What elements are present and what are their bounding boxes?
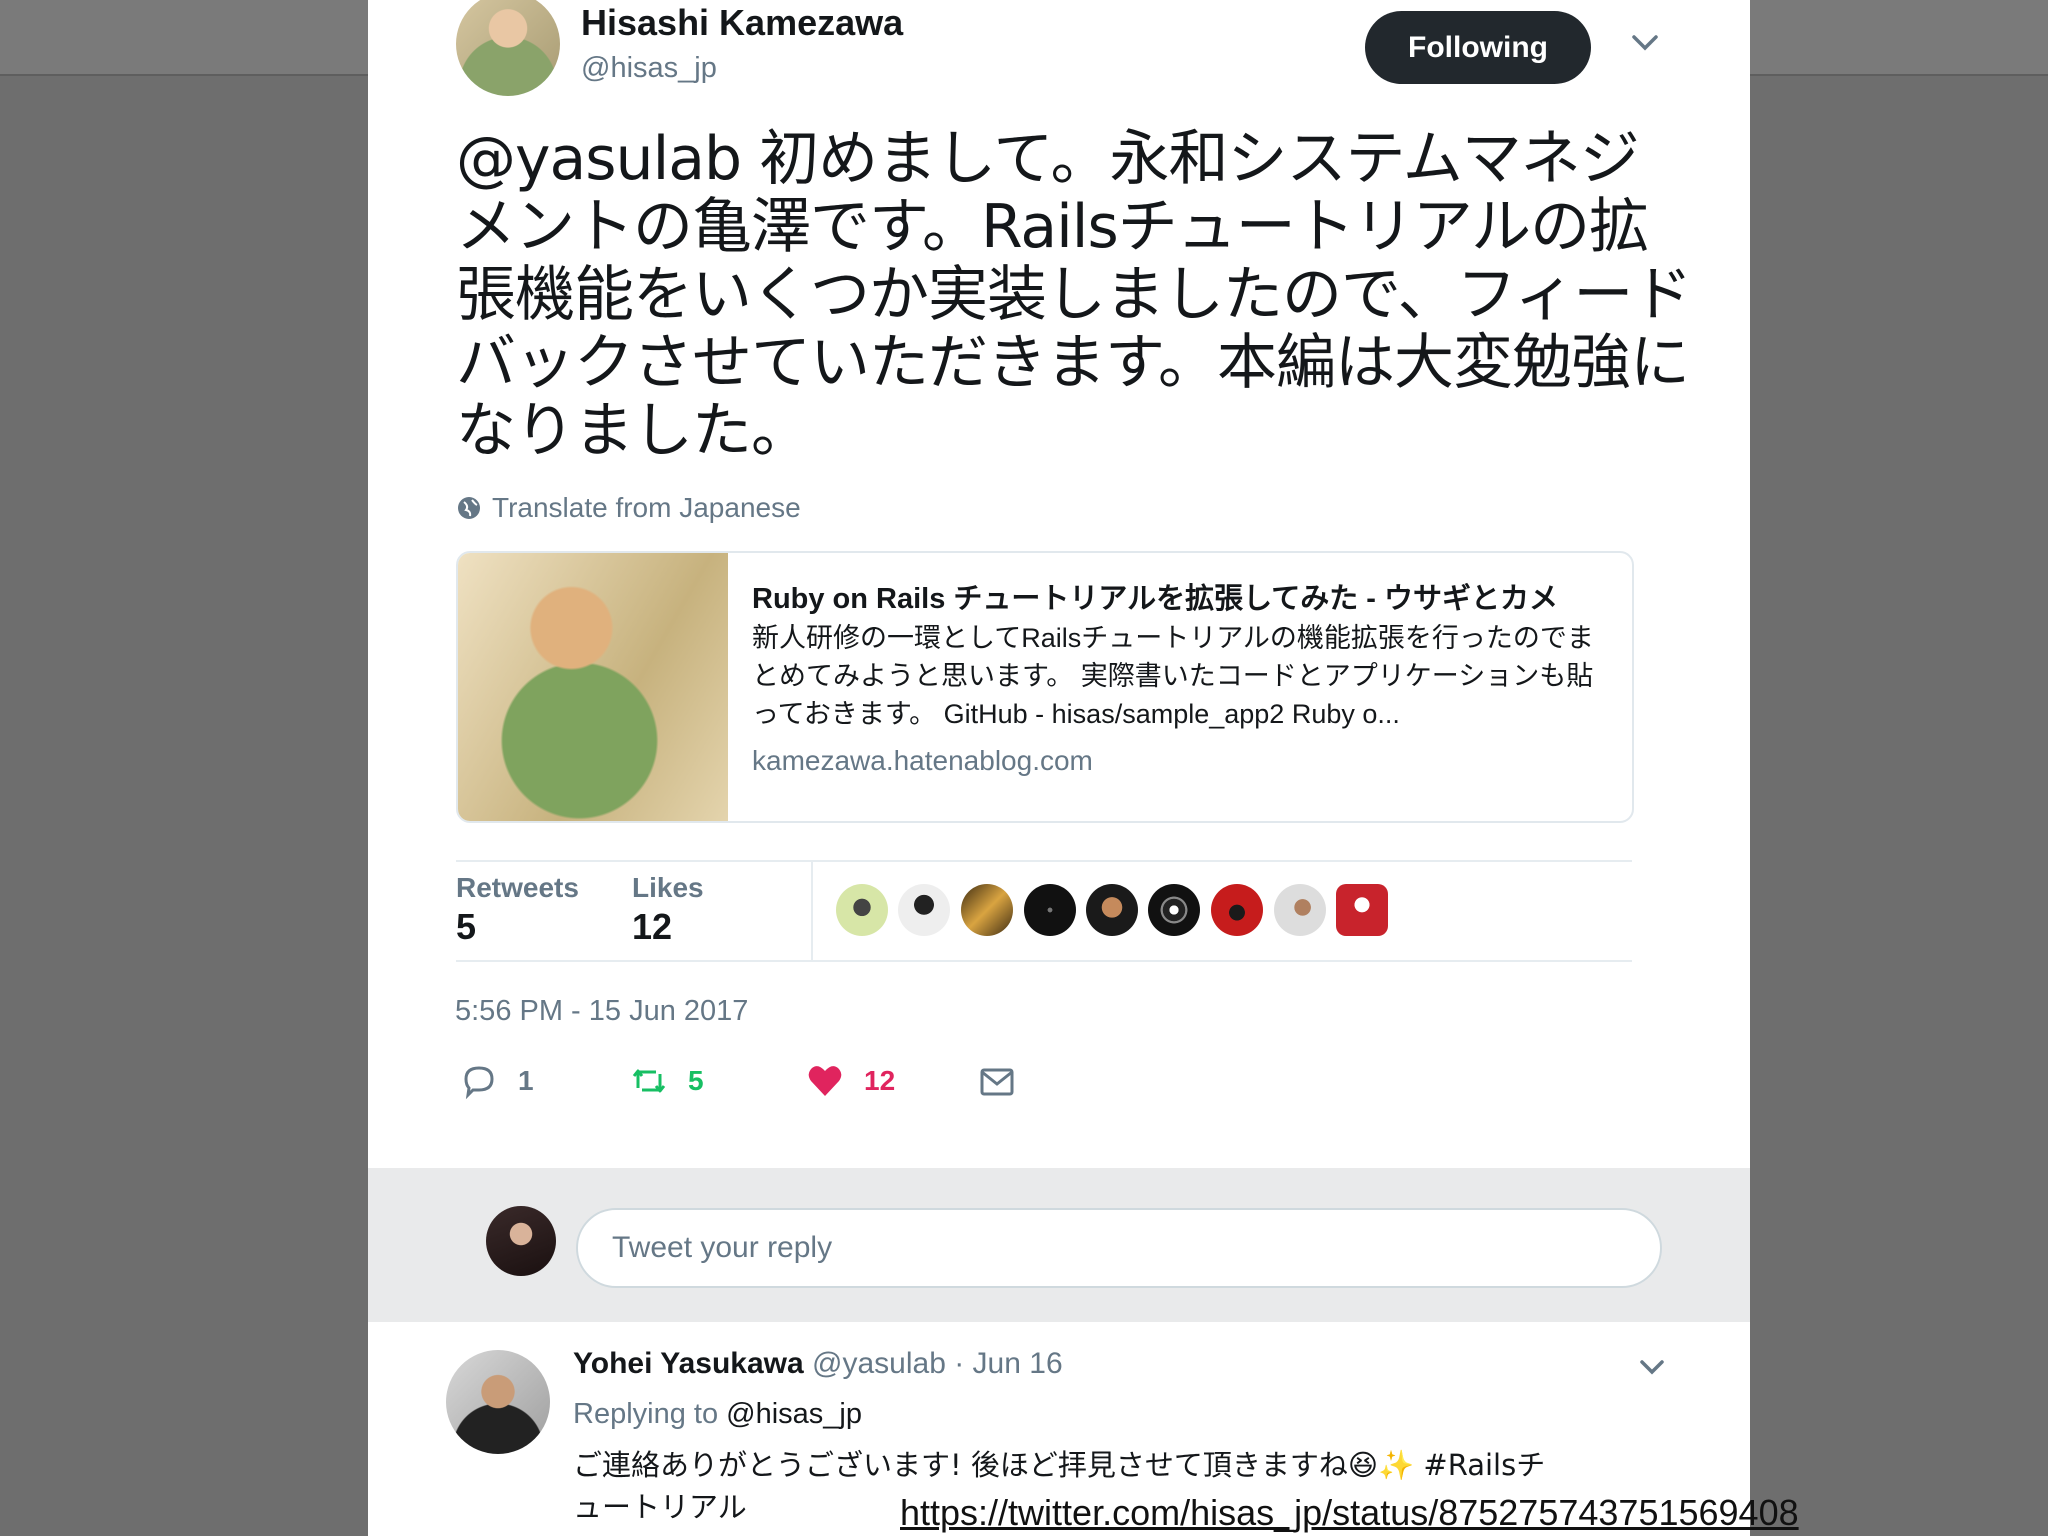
- retweets-count: 5: [456, 906, 477, 947]
- divider: [456, 960, 1632, 962]
- like-action[interactable]: 12: [806, 1062, 895, 1100]
- link-preview-image: [458, 553, 728, 821]
- author-handle[interactable]: @hisas_jp: [581, 52, 717, 85]
- liker-avatar[interactable]: [1211, 884, 1263, 936]
- link-title: Ruby on Rails チュートリアルを拡張してみた - ウサギとカメ: [752, 583, 1559, 615]
- retweet-count: 5: [688, 1065, 704, 1096]
- translate-label: Translate from Japanese: [492, 492, 801, 523]
- current-user-avatar: [486, 1206, 556, 1276]
- source-url-caption[interactable]: https://twitter.com/hisas_jp/status/8752…: [900, 1492, 1799, 1534]
- heart-icon: [808, 1066, 842, 1096]
- tweet-text: @yasulab 初めまして。永和システムマネジメントの亀澤です。Railsチュ…: [456, 124, 1692, 466]
- translate-link[interactable]: Translate from Japanese: [456, 492, 801, 524]
- chevron-down-icon[interactable]: [1630, 30, 1660, 54]
- liker-avatar[interactable]: [1274, 884, 1326, 936]
- link-domain: kamezawa.hatenablog.com: [752, 745, 1093, 776]
- replying-to-handle[interactable]: @hisas_jp: [726, 1398, 862, 1430]
- likes-count: 12: [632, 906, 673, 947]
- reply-action[interactable]: 1: [460, 1062, 534, 1100]
- liker-avatar[interactable]: [1086, 884, 1138, 936]
- tweet-timestamp[interactable]: 5:56 PM - 15 Jun 2017: [455, 995, 748, 1028]
- reply-count: 1: [518, 1065, 534, 1096]
- liker-avatar[interactable]: [1148, 884, 1200, 936]
- link-description: 新人研修の一環としてRailsチュートリアルの機能拡張を行ったのでまとめてみよう…: [752, 623, 1594, 729]
- following-button[interactable]: Following: [1365, 11, 1591, 84]
- replying-label: Replying to: [573, 1398, 719, 1430]
- likes-label: Likes: [632, 872, 704, 903]
- liker-avatar[interactable]: [1024, 884, 1076, 936]
- reply-author-name[interactable]: Yohei Yasukawa: [573, 1347, 804, 1380]
- like-count: 12: [864, 1065, 896, 1096]
- retweets-stat[interactable]: Retweets 5: [456, 872, 579, 948]
- author-name[interactable]: Hisashi Kamezawa: [581, 2, 903, 44]
- reply-input[interactable]: Tweet your reply: [576, 1208, 1662, 1288]
- retweet-icon: [632, 1069, 666, 1093]
- reply-composer: Tweet your reply: [368, 1168, 1750, 1322]
- retweet-action[interactable]: 5: [630, 1062, 704, 1100]
- likes-stat[interactable]: Likes 12: [632, 872, 704, 948]
- tweet-card: Hisashi Kamezawa @hisas_jp Following @ya…: [368, 0, 1750, 1536]
- reply-icon: [464, 1066, 494, 1100]
- mail-icon: [980, 1068, 1014, 1096]
- liker-avatar[interactable]: [1336, 884, 1388, 936]
- direct-message-action[interactable]: [978, 1062, 1016, 1100]
- retweets-label: Retweets: [456, 872, 579, 903]
- author-avatar[interactable]: [456, 0, 560, 96]
- liker-avatar[interactable]: [836, 884, 888, 936]
- reply-author-line[interactable]: Yohei Yasukawa @yasulab · Jun 16: [573, 1347, 1063, 1381]
- reply-author-handle-date[interactable]: @yasulab · Jun 16: [812, 1347, 1063, 1380]
- replying-to-line: Replying to @hisas_jp: [573, 1398, 862, 1431]
- liker-avatar[interactable]: [898, 884, 950, 936]
- reply-author-avatar[interactable]: [446, 1350, 550, 1454]
- stats-separator: [811, 862, 813, 962]
- liker-avatar[interactable]: [961, 884, 1013, 936]
- globe-icon: [458, 497, 480, 519]
- link-preview-card[interactable]: Ruby on Rails チュートリアルを拡張してみた - ウサギとカメ 新人…: [456, 551, 1634, 823]
- chevron-down-icon[interactable]: [1638, 1356, 1666, 1378]
- divider: [456, 860, 1632, 862]
